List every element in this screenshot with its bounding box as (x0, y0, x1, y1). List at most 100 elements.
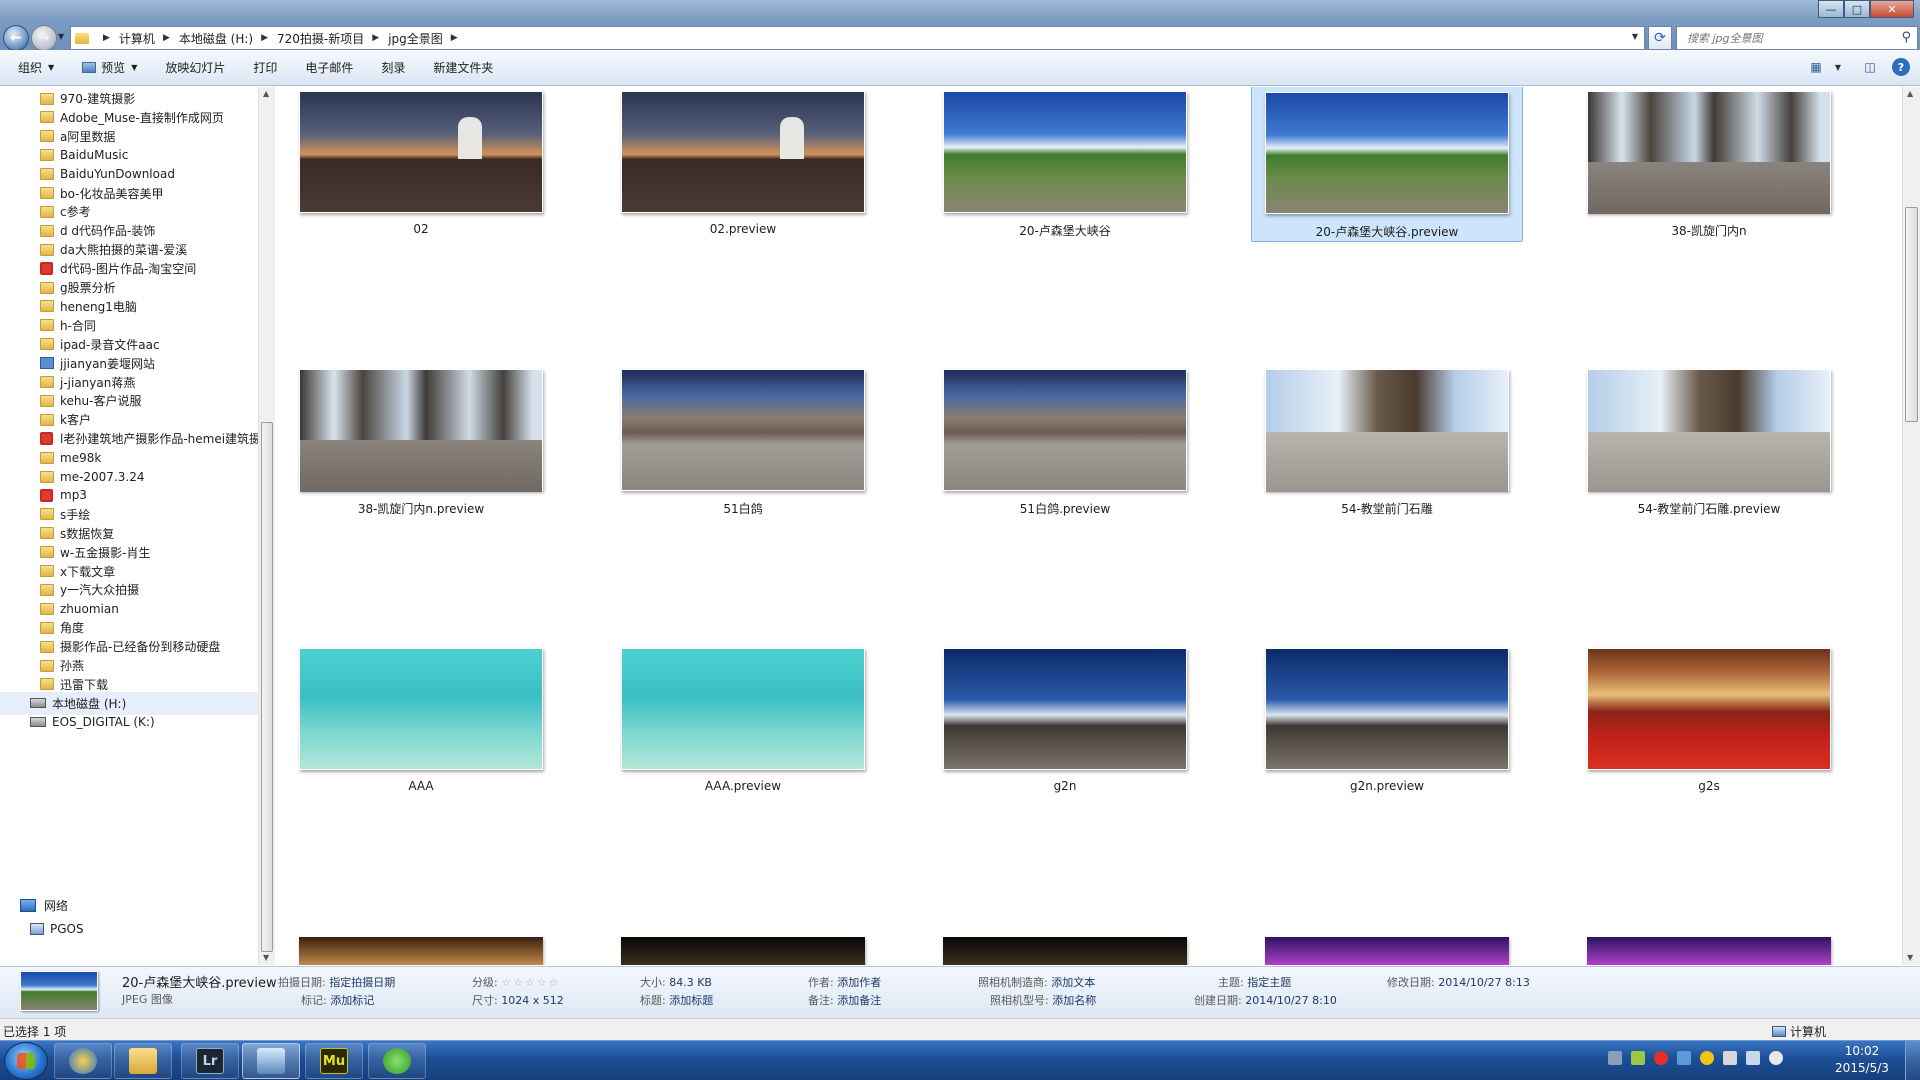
view-options-dropdown-icon[interactable]: ▼ (1828, 58, 1848, 76)
breadcrumb-jpg-folder[interactable]: jpg全景图 (388, 30, 443, 47)
author-field[interactable]: 作者: 添加作者 (808, 974, 881, 990)
taskbar-explorer-button[interactable] (114, 1043, 172, 1079)
camera-model-field[interactable]: 照相机型号: 添加名称 (990, 992, 1096, 1008)
file-thumbnail[interactable] (299, 648, 543, 770)
breadcrumb-project[interactable]: 720拍摄-新项目 (277, 30, 364, 47)
file-tile[interactable]: g2n (929, 637, 1201, 799)
taskbar-qq-button[interactable] (54, 1043, 112, 1079)
scroll-up-icon[interactable]: ▲ (1907, 89, 1913, 98)
file-thumbnail[interactable] (621, 369, 865, 491)
sidebar-item-network[interactable]: 网络 (0, 894, 258, 917)
refresh-button[interactable]: ⟳ (1648, 26, 1672, 50)
file-view-scroll-thumb[interactable] (1905, 207, 1918, 422)
file-tile[interactable]: 38-凯旋门内n.preview (285, 358, 557, 520)
maximize-button[interactable]: □ (1844, 0, 1870, 18)
file-thumbnail[interactable] (1265, 937, 1509, 965)
search-icon[interactable]: ⚲ (1901, 30, 1911, 45)
file-tile[interactable]: AAA (285, 637, 557, 799)
file-tile[interactable]: 20-卢森堡大峡谷.preview (1251, 87, 1523, 242)
file-view-scrollbar[interactable]: ▲ ▼ (1902, 87, 1920, 965)
file-thumbnail[interactable] (943, 648, 1187, 770)
navigation-scrollbar[interactable]: ▲ ▼ (258, 87, 275, 965)
breadcrumb-drive-h[interactable]: 本地磁盘 (H:) (179, 30, 253, 47)
breadcrumb-separator-icon[interactable]: ▶ (261, 33, 268, 43)
search-input[interactable] (1687, 31, 1887, 45)
taskbar-monitor-button[interactable] (242, 1043, 300, 1079)
file-thumbnail[interactable] (943, 369, 1187, 491)
file-thumbnail[interactable] (943, 91, 1187, 213)
taskbar-refresh-app-button[interactable] (368, 1043, 426, 1079)
file-tile[interactable]: 38-凯旋门内n (1573, 87, 1845, 242)
breadcrumb-separator-icon[interactable]: ▶ (103, 33, 110, 43)
taskbar-lightroom-button[interactable]: Lr (181, 1043, 239, 1079)
back-button[interactable]: ← (3, 25, 29, 51)
file-thumbnail[interactable] (299, 937, 543, 965)
camera-maker-field[interactable]: 照相机制造商: 添加文本 (978, 974, 1095, 990)
scroll-up-icon[interactable]: ▲ (263, 89, 269, 98)
file-tile[interactable]: AAA.preview (607, 637, 879, 799)
address-bar[interactable]: ▶ 计算机 ▶ 本地磁盘 (H:) ▶ 720拍摄-新项目 ▶ jpg全景图 ▶… (70, 26, 1645, 50)
file-tile[interactable]: g2s (1573, 637, 1845, 799)
file-thumbnail[interactable] (621, 91, 865, 213)
cloud-icon[interactable] (1677, 1051, 1691, 1065)
show-desktop-button[interactable] (1905, 1041, 1920, 1080)
minimize-button[interactable]: — (1818, 0, 1844, 18)
file-thumbnail[interactable] (621, 648, 865, 770)
new-folder-button[interactable]: 新建文件夹 (433, 59, 493, 76)
file-thumbnail[interactable] (1265, 369, 1509, 492)
breadcrumb-computer[interactable]: 计算机 (119, 30, 155, 47)
file-thumbnail[interactable] (621, 937, 865, 965)
file-thumbnail[interactable] (1587, 648, 1831, 770)
keyboard-icon[interactable] (1608, 1051, 1622, 1065)
search-box[interactable]: ⚲ (1676, 26, 1918, 50)
file-thumbnail[interactable] (299, 91, 543, 213)
address-history-dropdown-icon[interactable]: ▼ (1632, 32, 1638, 41)
file-tile[interactable]: 02 (285, 87, 557, 242)
print-button[interactable]: 打印 (253, 59, 277, 76)
start-button[interactable] (4, 1042, 48, 1080)
comments-field[interactable]: 备注: 添加备注 (808, 992, 881, 1008)
file-tile[interactable]: 51白鸽 (607, 358, 879, 520)
security-icon[interactable] (1654, 1051, 1668, 1065)
sidebar-item[interactable]: EOS_DIGITAL (K:) (0, 711, 258, 734)
recent-pages-dropdown-icon[interactable]: ▼ (58, 32, 64, 41)
organize-menu[interactable]: 组织 ▼ (18, 59, 54, 76)
plus-icon[interactable] (1700, 1051, 1714, 1065)
volume-icon[interactable] (1769, 1051, 1783, 1065)
date-taken-field[interactable]: 拍摄日期: 指定拍摄日期 (278, 974, 395, 990)
preview-menu[interactable]: 预览 ▼ (82, 59, 137, 76)
file-thumbnail[interactable] (1265, 92, 1509, 214)
taskbar-muse-button[interactable]: Mu (305, 1043, 363, 1079)
scroll-down-icon[interactable]: ▼ (1907, 953, 1913, 962)
email-button[interactable]: 电子邮件 (305, 59, 353, 76)
file-thumbnail[interactable] (1265, 648, 1509, 770)
battery-icon[interactable] (1631, 1051, 1645, 1065)
preview-pane-icon[interactable]: ◫ (1860, 58, 1880, 76)
subject-field[interactable]: 主题: 指定主题 (1218, 974, 1291, 990)
file-tile[interactable]: 02.preview (607, 87, 879, 242)
monitor-icon[interactable] (1746, 1051, 1760, 1065)
file-tile[interactable]: 54-教堂前门石雕 (1251, 358, 1523, 520)
burn-button[interactable]: 刻录 (381, 59, 405, 76)
scroll-down-icon[interactable]: ▼ (263, 953, 269, 962)
file-thumbnail[interactable] (943, 937, 1187, 965)
breadcrumb-separator-icon[interactable]: ▶ (451, 33, 458, 43)
file-thumbnail[interactable] (1587, 369, 1831, 492)
file-thumbnail[interactable] (1587, 937, 1831, 965)
clock[interactable]: 10:02 2015/5/3 (1822, 1043, 1902, 1077)
rating-field[interactable]: 分级: ☆☆☆☆☆ (472, 974, 561, 990)
file-tile[interactable]: g2n.preview (1251, 637, 1523, 799)
forward-button[interactable]: → (31, 25, 57, 51)
change-view-icon[interactable]: ▦ (1806, 58, 1826, 76)
breadcrumb-separator-icon[interactable]: ▶ (163, 33, 170, 43)
network-tray-icon[interactable] (1723, 1051, 1737, 1065)
slideshow-button[interactable]: 放映幻灯片 (165, 59, 225, 76)
file-tile[interactable]: 54-教堂前门石雕.preview (1573, 358, 1845, 520)
breadcrumb-separator-icon[interactable]: ▶ (372, 33, 379, 43)
file-thumbnail[interactable] (1587, 91, 1831, 214)
file-tile[interactable]: 20-卢森堡大峡谷 (929, 87, 1201, 242)
navigation-scroll-thumb[interactable] (261, 422, 273, 952)
sidebar-item-pc[interactable]: PGOS (0, 917, 258, 940)
tags-field[interactable]: 标记: 添加标记 (301, 992, 374, 1008)
close-button[interactable]: ✕ (1870, 0, 1914, 18)
